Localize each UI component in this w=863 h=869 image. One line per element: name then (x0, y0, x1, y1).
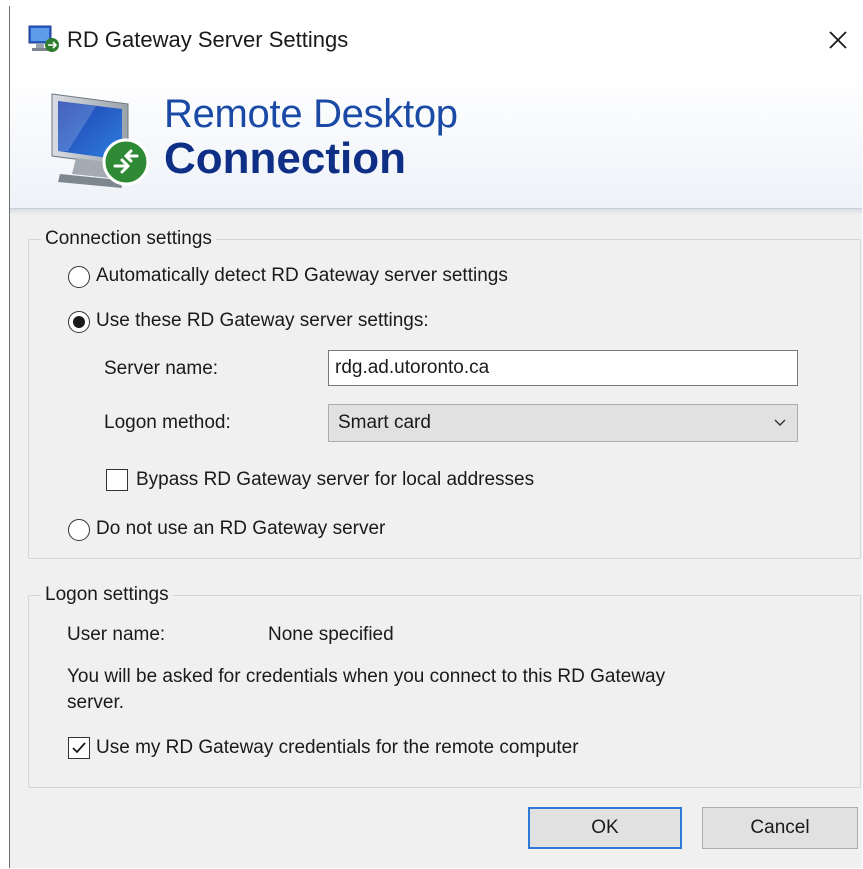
banner-divider (10, 209, 862, 215)
no-gateway-radio[interactable] (68, 519, 90, 541)
window-title: RD Gateway Server Settings (67, 27, 349, 52)
banner-title-line2: Connection (164, 134, 406, 183)
monitor-icon (51, 93, 150, 188)
rd-gateway-dialog: RD Gateway Server Settings Remote Deskto… (9, 6, 862, 868)
banner-title-line1: Remote Desktop (164, 92, 458, 136)
auto-detect-label[interactable]: Automatically detect RD Gateway server s… (96, 265, 508, 287)
server-name-label: Server name: (104, 358, 219, 379)
credentials-info-line1: You will be asked for credentials when y… (67, 666, 666, 687)
close-icon[interactable] (818, 20, 858, 60)
credentials-info-line2: server. (67, 692, 125, 713)
server-name-input[interactable]: rdg.ad.utoronto.ca (328, 350, 798, 386)
auto-detect-radio[interactable] (68, 266, 90, 288)
bypass-label[interactable]: Bypass RD Gateway server for local addre… (136, 469, 534, 491)
logon-method-select[interactable]: Smart card (328, 404, 798, 442)
rdc-icon (28, 25, 59, 52)
cancel-button[interactable]: Cancel (702, 807, 858, 849)
use-credentials-checkbox[interactable] (68, 737, 90, 759)
logon-settings-legend: Logon settings (45, 584, 169, 605)
logon-method-value: Smart card (338, 412, 431, 433)
bypass-checkbox[interactable] (106, 469, 128, 491)
connection-settings-legend: Connection settings (45, 228, 212, 249)
rdc-banner: Remote Desktop Connection (10, 72, 862, 209)
ok-button[interactable]: OK (528, 807, 682, 849)
user-name-value: None specified (268, 624, 394, 645)
use-settings-radio[interactable] (68, 311, 90, 333)
use-credentials-label[interactable]: Use my RD Gateway credentials for the re… (96, 737, 579, 759)
use-settings-label[interactable]: Use these RD Gateway server settings: (96, 310, 429, 332)
logon-method-label: Logon method: (104, 412, 231, 433)
chevron-down-icon (774, 419, 786, 426)
user-name-label: User name: (67, 624, 166, 645)
no-gateway-label[interactable]: Do not use an RD Gateway server (96, 518, 385, 540)
checkmark-icon (72, 742, 86, 754)
title-bar: RD Gateway Server Settings (10, 6, 862, 72)
